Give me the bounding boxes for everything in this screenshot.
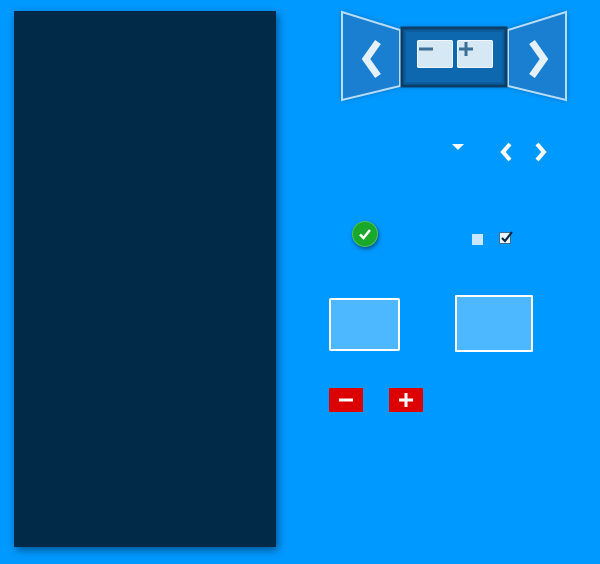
minus-icon (419, 47, 433, 51)
decrement-button[interactable] (329, 388, 363, 412)
checkmark-icon (501, 231, 513, 243)
next-button[interactable] (531, 140, 551, 164)
zoom-out-button[interactable] (417, 40, 453, 68)
zoom-controls (402, 28, 506, 86)
nav-next-button[interactable] (508, 14, 570, 100)
check-icon (359, 229, 371, 240)
input-box-left[interactable] (329, 298, 400, 351)
navigator-widget (334, 8, 574, 106)
dark-side-panel (14, 11, 276, 547)
nav-prev-button[interactable] (340, 14, 402, 100)
chevron-right-icon (535, 142, 547, 162)
increment-button[interactable] (389, 388, 423, 412)
status-ok-badge[interactable] (352, 221, 378, 247)
zoom-in-button[interactable] (457, 40, 493, 68)
radio-indicator[interactable] (472, 234, 483, 245)
caret-down-icon[interactable] (452, 144, 464, 150)
chevron-left-icon (361, 39, 381, 79)
input-box-right[interactable] (455, 295, 533, 352)
chevron-right-icon (529, 39, 549, 79)
plus-icon (459, 42, 473, 56)
chevron-left-icon (500, 142, 512, 162)
minus-icon (339, 398, 353, 402)
plus-icon (399, 393, 413, 407)
checkbox[interactable] (499, 231, 513, 244)
prev-button[interactable] (496, 140, 516, 164)
